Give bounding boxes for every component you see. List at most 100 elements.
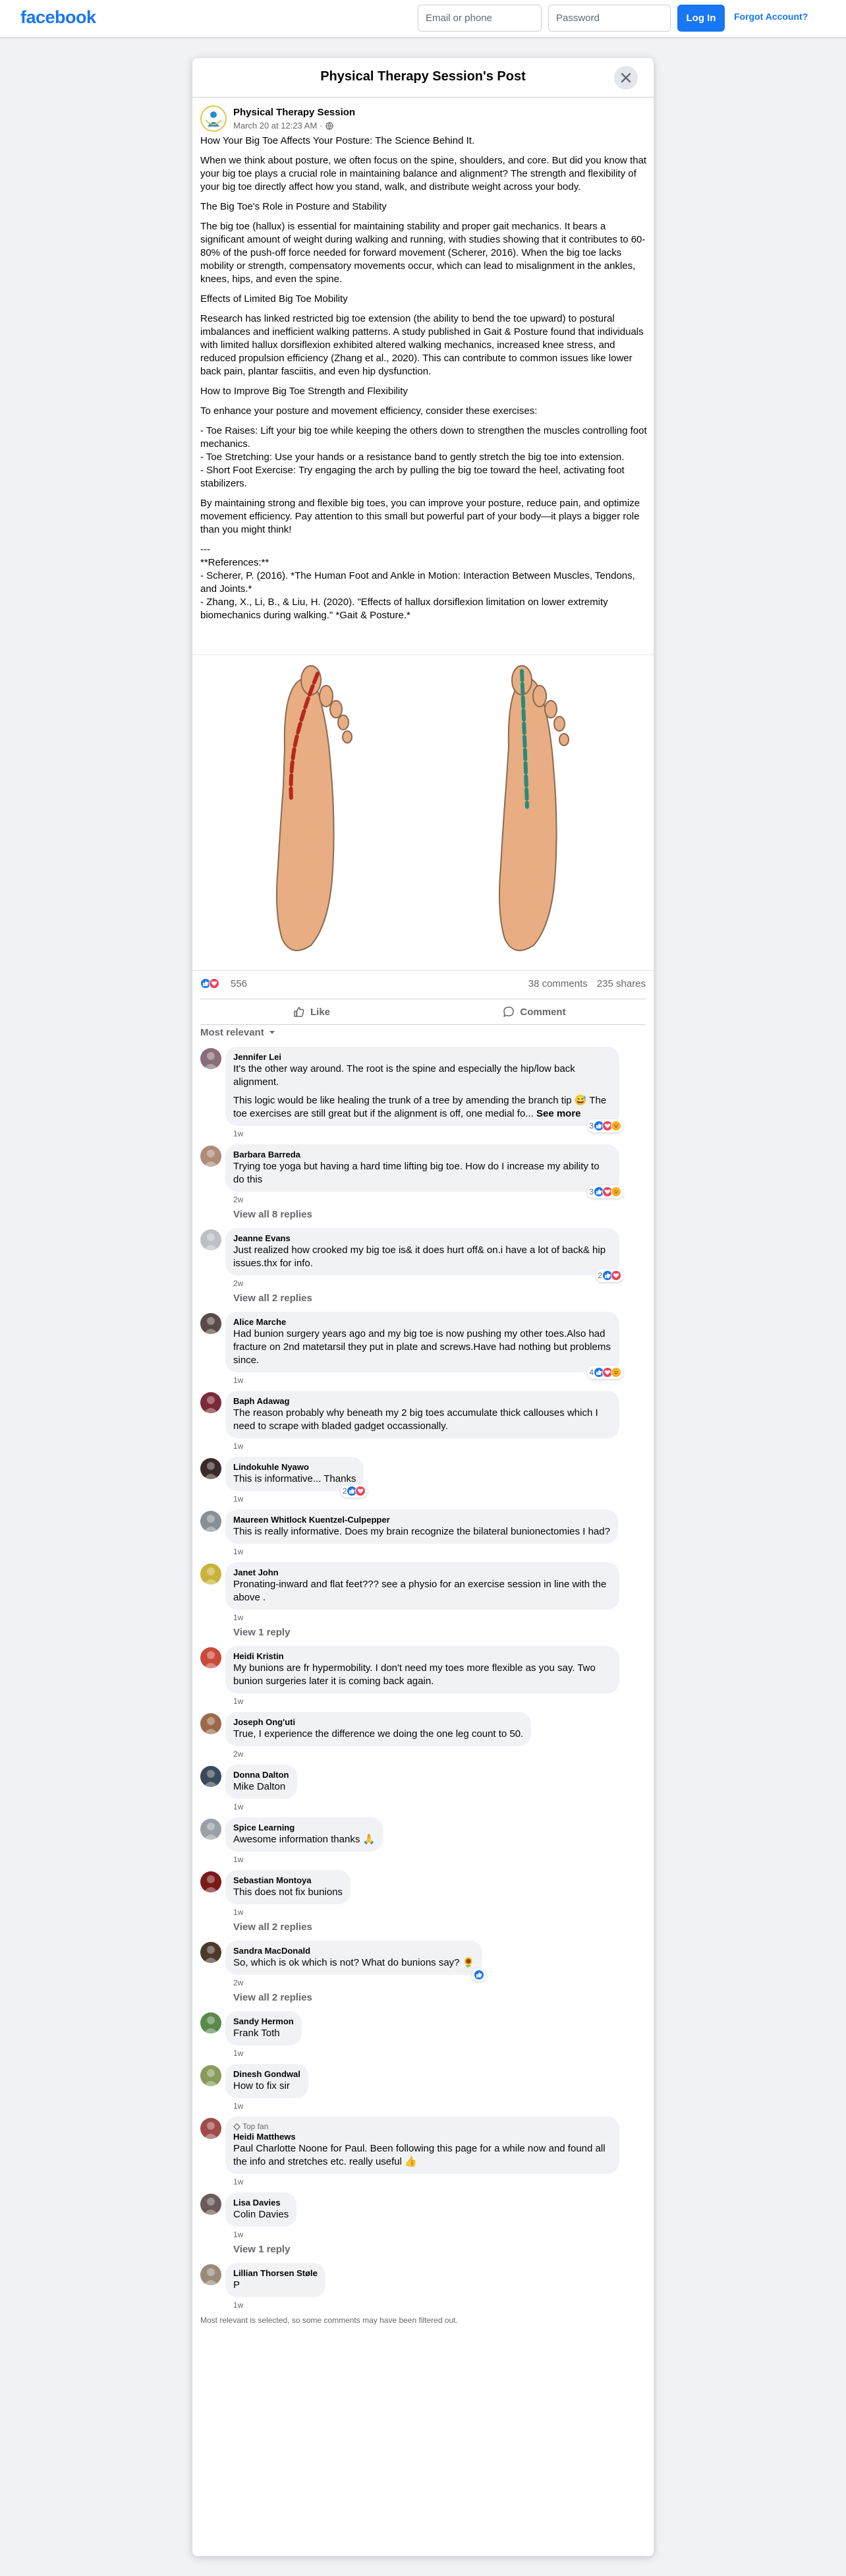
- comment-timestamp[interactable]: 2w: [233, 1278, 619, 1289]
- comment-timestamp[interactable]: 1w: [233, 2101, 308, 2111]
- password-field[interactable]: [548, 5, 671, 32]
- commenter-name[interactable]: Barbara Barreda: [233, 1150, 611, 1160]
- view-replies-link[interactable]: View 1 reply: [233, 1627, 646, 1638]
- comment-text-content: The reason probably why beneath my 2 big…: [233, 1407, 598, 1432]
- view-replies-link[interactable]: View all 2 replies: [233, 1293, 646, 1304]
- commenter-name[interactable]: Alice Marche: [233, 1317, 611, 1328]
- haha-reaction-icon: [611, 1121, 621, 1131]
- avatar[interactable]: [200, 1647, 221, 1668]
- post-stats: 556 38 comments 235 shares: [200, 976, 646, 993]
- comment-text: How to fix sir: [233, 2080, 300, 2093]
- comment-button[interactable]: Comment: [423, 999, 646, 1024]
- comment-reactions[interactable]: 2: [340, 1484, 368, 1498]
- comment-timestamp[interactable]: 1w: [233, 1907, 351, 1917]
- comment-timestamp[interactable]: 1w: [233, 2229, 296, 2240]
- commenter-name[interactable]: Lindokuhle Nyawo: [233, 1462, 356, 1473]
- see-more-link[interactable]: See more: [536, 1108, 581, 1119]
- avatar[interactable]: [200, 2264, 221, 2285]
- post-paragraph: When we think about posture, we often fo…: [200, 155, 647, 192]
- reaction-icons[interactable]: [200, 978, 219, 989]
- comment-block: Joseph Ong'uti True, I experience the dif…: [200, 1712, 646, 1759]
- facebook-logo[interactable]: facebook: [20, 7, 96, 28]
- commenter-name[interactable]: Lillian Thorsen Støle: [233, 2268, 318, 2279]
- page-logo-icon: [202, 107, 225, 131]
- author-name[interactable]: Physical Therapy Session: [233, 107, 355, 118]
- comment-timestamp[interactable]: 1w: [233, 1696, 619, 1707]
- view-replies-link[interactable]: View all 8 replies: [233, 1209, 646, 1220]
- comment-body: Dinesh Gondwal How to fix sir 1w: [225, 2064, 308, 2111]
- avatar[interactable]: [200, 1146, 221, 1167]
- comment-timestamp[interactable]: 1w: [233, 2177, 619, 2187]
- commenter-name[interactable]: Heidi Matthews: [233, 2132, 611, 2142]
- comment-timestamp[interactable]: 1w: [233, 2300, 325, 2310]
- comments-count[interactable]: 38 comments: [528, 978, 588, 989]
- forgot-account-link[interactable]: Forgot Account?: [734, 11, 808, 22]
- comment-timestamp[interactable]: 1w: [233, 1801, 297, 1812]
- comment-timestamp[interactable]: 1w: [233, 1441, 619, 1451]
- avatar[interactable]: [200, 1511, 221, 1532]
- comment-timestamp[interactable]: 2w: [233, 1749, 531, 1759]
- comment-timestamp[interactable]: 2w: [233, 1194, 619, 1205]
- comment-reactions[interactable]: 3: [587, 1185, 623, 1198]
- comment-timestamp[interactable]: 1w: [233, 1612, 619, 1623]
- comment-bubble: Lisa Davies Colin Davies: [225, 2192, 297, 2227]
- login-button[interactable]: Log In: [677, 5, 725, 32]
- comment-reactions[interactable]: 3: [587, 1119, 623, 1132]
- avatar[interactable]: [200, 1871, 221, 1892]
- avatar[interactable]: [200, 2118, 221, 2139]
- avatar[interactable]: [200, 1564, 221, 1585]
- shares-count[interactable]: 235 shares: [597, 978, 646, 989]
- avatar[interactable]: [200, 1048, 221, 1069]
- view-replies-link[interactable]: View all 2 replies: [233, 1992, 646, 2003]
- commenter-name[interactable]: Lisa Davies: [233, 2198, 289, 2208]
- commenter-name[interactable]: Sandra MacDonald: [233, 1946, 474, 1956]
- avatar[interactable]: [200, 2194, 221, 2215]
- comment-text: My bunions are fr hypermobility. I don't…: [233, 1662, 611, 1688]
- avatar[interactable]: [200, 1313, 221, 1334]
- avatar[interactable]: [200, 1392, 221, 1413]
- close-button[interactable]: [614, 66, 638, 90]
- commenter-name[interactable]: Dinesh Gondwal: [233, 2069, 300, 2080]
- comment: Joseph Ong'uti True, I experience the dif…: [200, 1712, 646, 1759]
- commenter-name[interactable]: Spice Learning: [233, 1823, 375, 1833]
- comment-timestamp[interactable]: 1w: [233, 2048, 302, 2059]
- avatar[interactable]: [200, 2012, 221, 2034]
- avatar[interactable]: [200, 2065, 221, 2086]
- comment-timestamp[interactable]: 1w: [233, 1128, 619, 1139]
- avatar[interactable]: [200, 1458, 221, 1479]
- comment-reactions[interactable]: 2: [596, 1269, 623, 1282]
- commenter-name[interactable]: Jeanne Evans: [233, 1233, 611, 1244]
- commenter-name[interactable]: Heidi Kristin: [233, 1651, 611, 1662]
- commenter-name[interactable]: Donna Dalton: [233, 1770, 289, 1780]
- comment-timestamp[interactable]: 2w: [233, 1977, 482, 1988]
- avatar[interactable]: [200, 1713, 221, 1734]
- comment-reactions[interactable]: 4: [587, 1366, 623, 1379]
- commenter-name[interactable]: Joseph Ong'uti: [233, 1717, 523, 1728]
- comment-sort-dropdown[interactable]: Most relevant: [200, 1023, 276, 1041]
- post-timestamp[interactable]: March 20 at 12:23 AM: [233, 121, 317, 131]
- avatar[interactable]: [200, 1942, 221, 1963]
- page-avatar[interactable]: [200, 105, 227, 132]
- comment-timestamp[interactable]: 1w: [233, 1375, 619, 1386]
- commenter-name[interactable]: Baph Adawag: [233, 1396, 611, 1407]
- commenter-name[interactable]: Jennifer Lei: [233, 1052, 611, 1063]
- commenter-name[interactable]: Sebastian Montoya: [233, 1875, 343, 1886]
- like-button[interactable]: Like: [200, 999, 423, 1024]
- person-silhouette-icon: [204, 2198, 218, 2215]
- view-replies-link[interactable]: View 1 reply: [233, 2244, 646, 2255]
- commenter-name[interactable]: Sandy Hermon: [233, 2016, 294, 2027]
- email-field[interactable]: [418, 5, 542, 32]
- comment-timestamp[interactable]: 1w: [233, 1854, 383, 1865]
- avatar[interactable]: [200, 1766, 221, 1787]
- avatar[interactable]: [200, 1819, 221, 1840]
- commenter-name[interactable]: Maureen Whitlock Kuentzel-Culpepper: [233, 1515, 610, 1525]
- commenter-name[interactable]: Janet John: [233, 1567, 611, 1578]
- comment-bubble: Jeanne Evans Just realized how crooked my…: [225, 1228, 619, 1275]
- post-image[interactable]: [192, 655, 654, 971]
- comment-body: Alice Marche Had bunion surgery years ago…: [225, 1312, 623, 1386]
- comment-timestamp[interactable]: 1w: [233, 1546, 618, 1557]
- avatar[interactable]: [200, 1229, 221, 1250]
- view-replies-link[interactable]: View all 2 replies: [233, 1921, 646, 1933]
- reaction-count[interactable]: 556: [231, 978, 247, 989]
- comment-reactions[interactable]: [472, 1968, 487, 1981]
